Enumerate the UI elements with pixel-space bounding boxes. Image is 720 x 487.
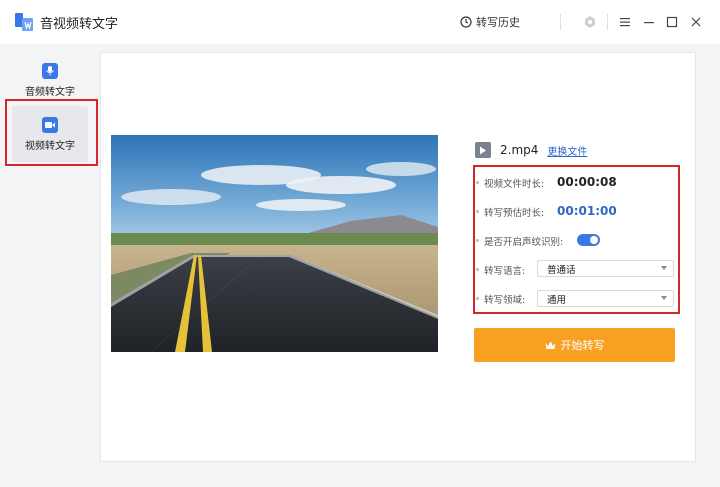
sidebar-item-label: 音频转文字 [25,86,75,98]
language-value: 普通话 [547,264,576,276]
play-icon [475,142,491,158]
file-name: 2.mp4 [500,143,539,157]
change-file-link[interactable]: 更换文件 [547,143,587,158]
language-select[interactable]: 普通话 [537,260,674,277]
duration-label: 视频文件时长: [484,179,545,190]
chevron-down-icon [661,296,667,300]
bullet [476,297,479,300]
minimize-icon[interactable] [640,13,658,31]
settings-icon[interactable] [581,13,599,31]
voiceprint-toggle[interactable] [577,234,600,246]
start-label: 开始转写 [560,339,605,352]
file-row: 2.mp4 更换文件 [475,141,587,159]
maximize-icon[interactable] [663,13,681,31]
highlight-box-sidebar [5,99,98,166]
chevron-down-icon [661,266,667,270]
title-bar: 音视频转文字 转写历史 [0,0,720,44]
bullet [476,239,479,242]
duration-value: 00:00:08 [557,175,617,189]
domain-label: 转写领域: [484,295,526,306]
app-title: 音视频转文字 [40,17,119,32]
video-thumbnail [111,135,438,352]
history-button[interactable]: 转写历史 [460,13,520,31]
crown-icon [545,341,555,349]
history-label: 转写历史 [476,16,520,29]
close-icon[interactable] [687,13,705,31]
app-logo-icon [14,12,34,32]
start-transcription-button[interactable]: 开始转写 [474,328,675,362]
microphone-icon [42,62,58,79]
divider [560,14,561,30]
domain-value: 通用 [547,294,567,306]
estimate-value: 00:01:00 [557,204,617,218]
divider [607,14,608,30]
bullet [476,268,479,271]
voiceprint-label: 是否开启声纹识别: [484,237,564,248]
bullet [476,181,479,184]
bullet [476,210,479,213]
clock-icon [460,16,472,28]
domain-select[interactable]: 通用 [537,290,674,307]
estimate-label: 转写预估时长: [484,208,545,219]
menu-icon[interactable] [616,13,634,31]
language-label: 转写语言: [484,266,526,277]
